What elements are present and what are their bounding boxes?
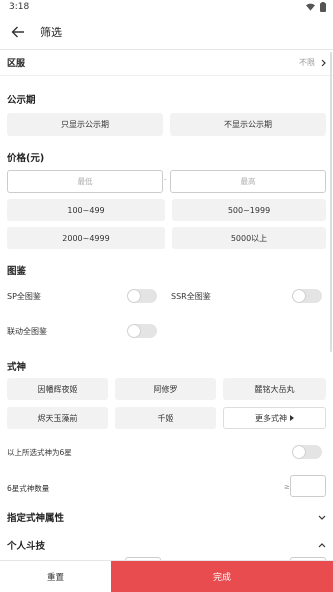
price-title: 价格(元) xyxy=(7,153,45,164)
shishen-title: 式神 xyxy=(7,362,27,373)
caret-right-icon xyxy=(290,415,294,421)
six-star-count-prefix: ≥ xyxy=(284,483,290,491)
reset-button[interactable]: 重置 xyxy=(0,561,111,592)
region-label: 区服 xyxy=(7,59,26,69)
shishen-chip[interactable]: 烬天玉藻前 xyxy=(7,407,108,429)
six-star-toggle[interactable] xyxy=(292,445,322,459)
collab-collection-label: 联动全图鉴 xyxy=(7,327,47,336)
six-star-count-label: 6星式神数量 xyxy=(7,484,50,493)
region-value: 不限 xyxy=(299,58,315,67)
more-shishen-label: 更多式神 xyxy=(255,413,287,423)
page-title: 筛选 xyxy=(40,25,62,39)
price-max-input[interactable]: 最高 xyxy=(170,170,326,193)
back-arrow-icon[interactable] xyxy=(10,24,26,40)
attr-label: 指定式神属性 xyxy=(7,513,65,524)
chevron-down-icon xyxy=(318,515,326,520)
six-star-toggle-label: 以上所选式神为6星 xyxy=(7,448,72,457)
top-bar: 筛选 xyxy=(0,14,333,50)
ssr-collection-label: SSR全图鉴 xyxy=(171,292,211,301)
battery-icon xyxy=(320,2,326,12)
price-range-button[interactable]: 100~499 xyxy=(7,199,165,221)
chevron-up-icon xyxy=(318,542,326,547)
shishen-chip[interactable]: 阿修罗 xyxy=(115,378,216,400)
status-time: 3:18 xyxy=(9,2,30,12)
personal-row[interactable]: 个人斗技 xyxy=(0,533,333,557)
done-button[interactable]: 完成 xyxy=(111,561,333,592)
chevron-right-icon xyxy=(321,59,326,66)
sp-collection-label: SP全图鉴 xyxy=(7,292,41,301)
ssr-collection-toggle[interactable] xyxy=(292,289,322,303)
price-separator: - xyxy=(164,176,167,184)
only-notice-button[interactable]: 只显示公示期 xyxy=(7,113,163,136)
shishen-chip[interactable]: 千姬 xyxy=(115,407,216,429)
notice-title: 公示期 xyxy=(7,95,36,106)
sp-collection-toggle[interactable] xyxy=(127,289,157,303)
personal-label: 个人斗技 xyxy=(7,541,46,552)
bottom-bar: 重置 完成 xyxy=(0,560,333,592)
price-range-button[interactable]: 2000~4999 xyxy=(7,227,165,249)
region-row[interactable]: 区服 不限 xyxy=(0,50,333,76)
attr-row[interactable]: 指定式神属性 xyxy=(0,505,333,529)
collab-collection-toggle[interactable] xyxy=(127,324,157,338)
more-shishen-button[interactable]: 更多式神 xyxy=(223,407,326,429)
status-bar: 3:18 xyxy=(0,0,333,14)
six-star-count-input[interactable] xyxy=(290,475,326,497)
price-min-input[interactable]: 最低 xyxy=(7,170,163,193)
price-range-button[interactable]: 5000以上 xyxy=(172,227,326,249)
tujian-title: 图鉴 xyxy=(7,266,27,277)
no-notice-button[interactable]: 不显示公示期 xyxy=(170,113,326,136)
price-range-button[interactable]: 500~1999 xyxy=(172,199,326,221)
status-icons xyxy=(306,2,326,12)
shishen-chip[interactable]: 因幡辉夜姬 xyxy=(7,378,108,400)
wifi-icon xyxy=(306,3,315,11)
shishen-chip[interactable]: 麓铭大岳丸 xyxy=(223,378,326,400)
scrollbar[interactable] xyxy=(330,52,332,352)
